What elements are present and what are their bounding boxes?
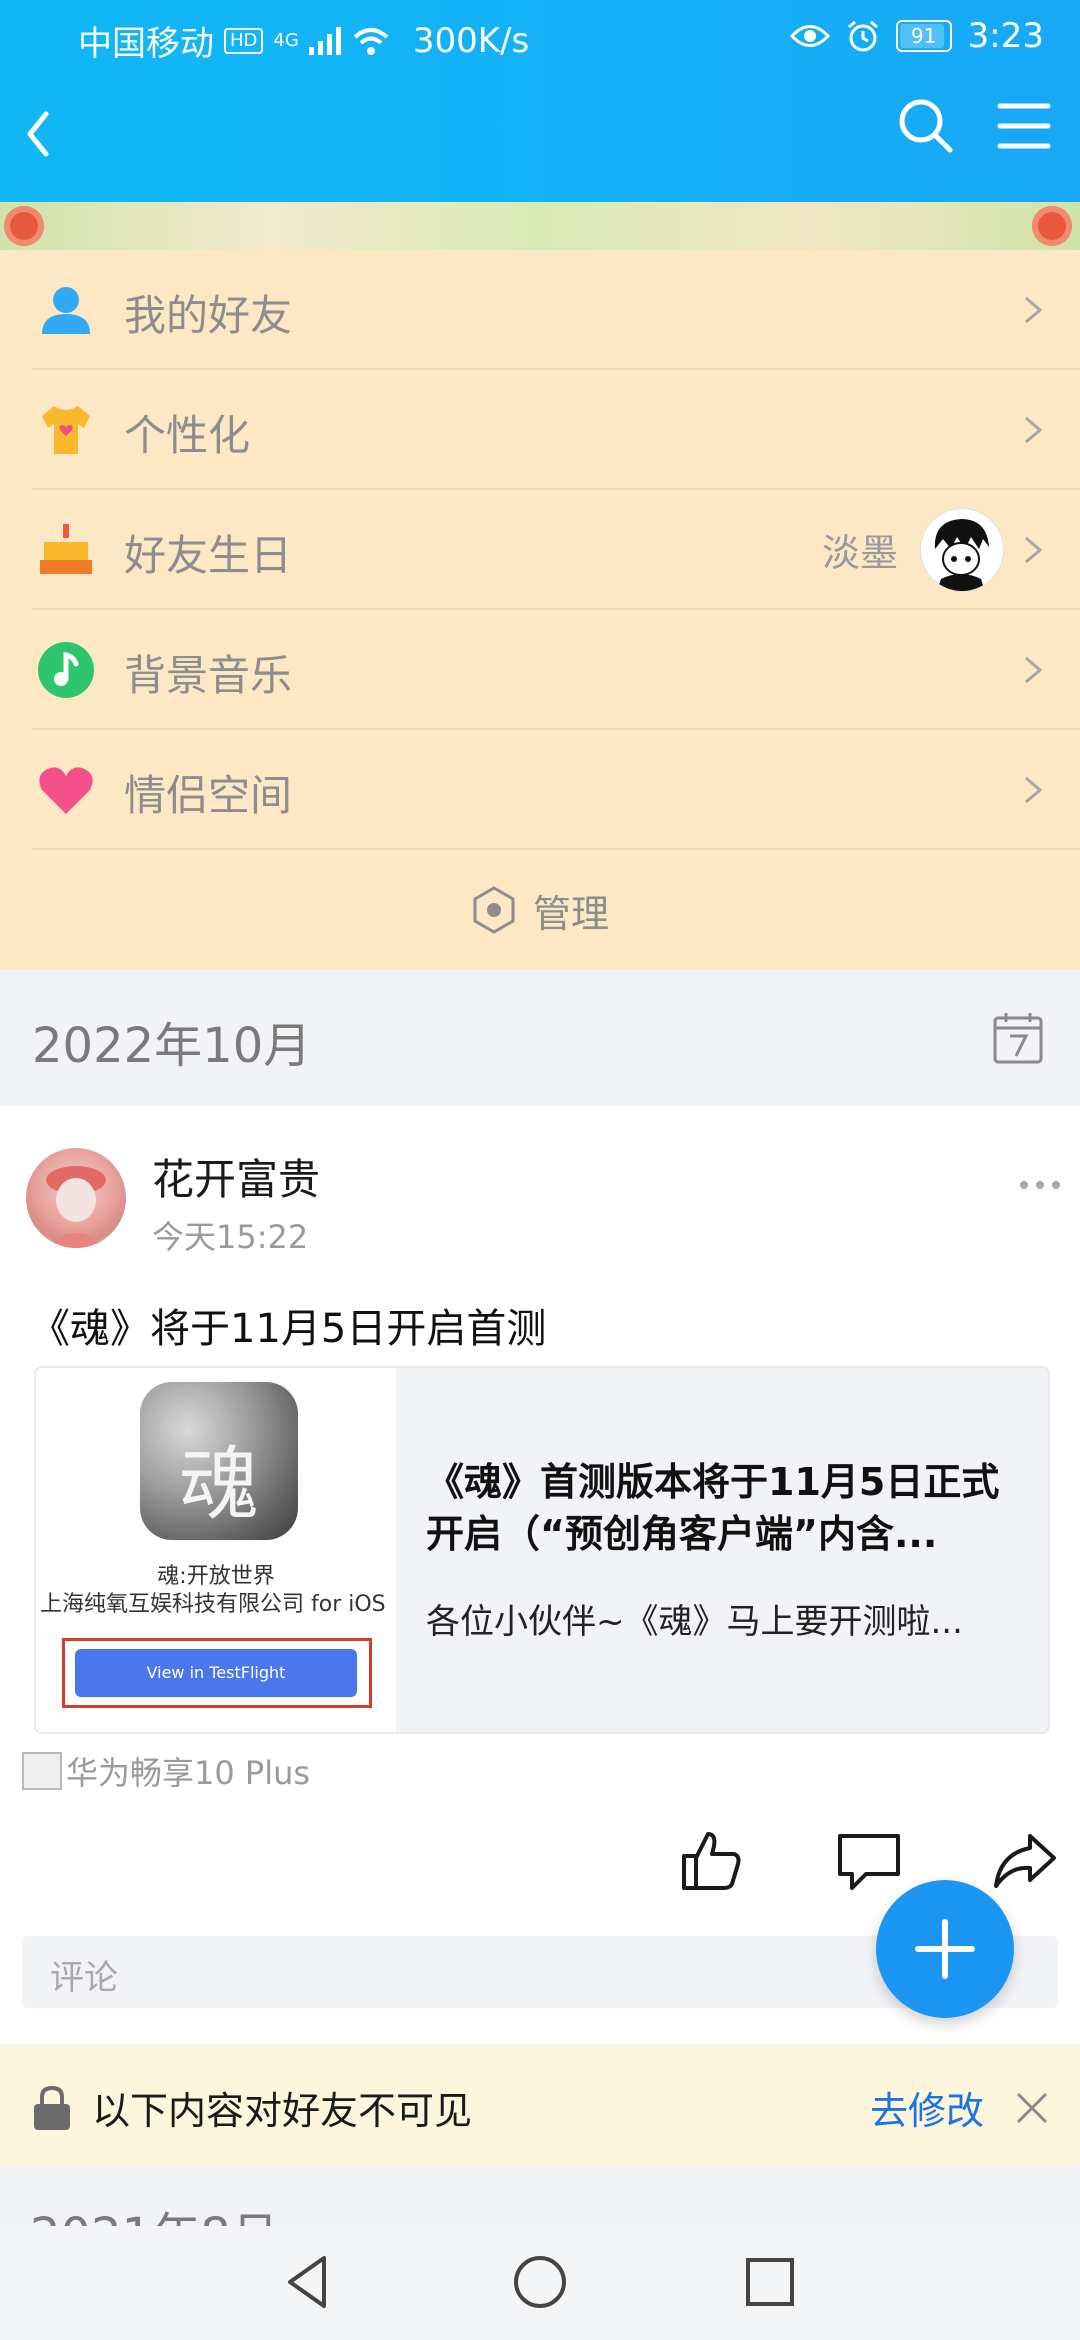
status-bar: 中国移动 HD 4G 300K/s 91 3:23 bbox=[0, 0, 1080, 74]
carrier-label: 中国移动 bbox=[78, 24, 214, 64]
author-avatar[interactable] bbox=[26, 1148, 126, 1248]
back-triangle-icon[interactable] bbox=[276, 2250, 340, 2314]
menu-item-label: 我的好友 bbox=[124, 291, 293, 340]
device-label: 华为畅享10 Plus bbox=[66, 1754, 311, 1792]
decorative-banner bbox=[0, 202, 1080, 250]
menu-item-friends[interactable]: 我的好友 bbox=[0, 250, 1080, 370]
compose-fab[interactable] bbox=[876, 1880, 1014, 2018]
top-bar: 中国移动 HD 4G 300K/s 91 3:23 bbox=[0, 0, 1080, 202]
author-name[interactable]: 花开富贵 bbox=[152, 1146, 320, 1207]
friends-icon bbox=[42, 287, 90, 334]
menu-item-label: 好友生日 bbox=[124, 531, 293, 580]
comment-placeholder: 评论 bbox=[50, 1958, 118, 1998]
menu-item-birthday[interactable]: 好友生日 淡墨 bbox=[0, 490, 1080, 610]
post-text: 《魂》将于11月5日开启首测 bbox=[30, 1306, 547, 1352]
next-month-title: 2021年8月 bbox=[30, 2196, 279, 2226]
calendar-icon[interactable] bbox=[992, 1010, 1044, 1066]
search-icon[interactable] bbox=[894, 94, 958, 158]
network-speed: 300K/s bbox=[412, 20, 530, 61]
title-bar bbox=[0, 74, 1080, 202]
manage-label: 管理 bbox=[532, 891, 609, 936]
device-image-icon bbox=[22, 1752, 62, 1790]
battery-level: 91 bbox=[910, 24, 937, 48]
menu-item-label: 背景音乐 bbox=[124, 651, 293, 700]
testflight-highlight: View in TestFlight bbox=[62, 1638, 372, 1708]
flower-decoration bbox=[1032, 206, 1072, 246]
chevron-right-icon bbox=[1025, 296, 1043, 324]
thumb-app-developer: 上海纯氧互娱科技有限公司 for iOS bbox=[40, 1592, 386, 1617]
status-right: 91 3:23 bbox=[789, 16, 1044, 56]
close-icon[interactable] bbox=[1014, 2090, 1050, 2126]
birthday-cake-icon bbox=[40, 524, 92, 574]
eye-icon bbox=[789, 25, 830, 47]
menu-item-personalize[interactable]: 个性化 bbox=[0, 370, 1080, 490]
link-title: 《魂》首测版本将于11月5日正式开启（“预创角客户端”内含... bbox=[426, 1460, 1000, 1556]
manage-button[interactable]: 管理 bbox=[0, 850, 1080, 970]
birthday-friend-name: 淡墨 bbox=[821, 531, 898, 575]
month-title: 2022年10月 bbox=[32, 1018, 312, 1074]
wifi-icon bbox=[353, 27, 389, 55]
link-preview-card[interactable]: 魂 魂:开放世界 上海纯氧互娱科技有限公司 for iOS View in Te… bbox=[34, 1366, 1050, 1734]
privacy-notice-text: 以下内容对好友不可见 bbox=[92, 2089, 473, 2133]
chevron-right-icon bbox=[1025, 656, 1043, 684]
next-month-header: 2021年8月 bbox=[0, 2166, 1080, 2226]
recents-square-icon[interactable] bbox=[738, 2250, 802, 2314]
flower-decoration bbox=[4, 206, 44, 246]
month-header: 2022年10月 bbox=[0, 970, 1080, 1106]
chevron-right-icon bbox=[1025, 416, 1043, 444]
testflight-button: View in TestFlight bbox=[75, 1649, 357, 1697]
app-logo: 魂 bbox=[140, 1382, 298, 1540]
lock-icon bbox=[34, 2085, 70, 2130]
more-options-icon[interactable] bbox=[1018, 1176, 1062, 1194]
post-time: 今天15:22 bbox=[152, 1218, 309, 1256]
menu-item-label: 个性化 bbox=[124, 411, 251, 460]
home-circle-icon[interactable] bbox=[508, 2250, 572, 2314]
modify-visibility-link[interactable]: 去修改 bbox=[870, 2080, 984, 2135]
space-menu: 我的好友 个性化 好友生日 淡墨 背景音乐 情侣空间 管理 bbox=[0, 250, 1080, 970]
music-note-icon bbox=[38, 642, 94, 698]
app-logo-char: 魂 bbox=[179, 1438, 259, 1531]
chevron-left-icon[interactable] bbox=[18, 104, 58, 164]
signal-icon bbox=[308, 26, 341, 55]
plus-icon bbox=[915, 1919, 975, 1979]
alarm-icon bbox=[847, 20, 878, 52]
chevron-right-icon bbox=[1025, 536, 1043, 564]
chevron-right-icon bbox=[1025, 776, 1043, 804]
menu-item-couple-space[interactable]: 情侣空间 bbox=[0, 730, 1080, 850]
menu-item-label: 情侣空间 bbox=[124, 771, 293, 820]
clock: 3:23 bbox=[967, 16, 1044, 56]
system-navigation-bar bbox=[0, 2226, 1080, 2340]
device-tag: 华为畅享10 Plus bbox=[22, 1748, 310, 1794]
status-left: 中国移动 HD 4G 300K/s bbox=[78, 16, 529, 65]
tshirt-icon bbox=[42, 406, 90, 454]
privacy-notice: 以下内容对好友不可见 去修改 bbox=[0, 2046, 1080, 2166]
hexagon-settings-icon bbox=[473, 886, 515, 934]
hamburger-menu-icon[interactable] bbox=[994, 94, 1054, 158]
like-icon[interactable] bbox=[676, 1826, 746, 1896]
menu-item-music[interactable]: 背景音乐 bbox=[0, 610, 1080, 730]
friend-avatar bbox=[920, 508, 1004, 592]
link-thumbnail: 魂 魂:开放世界 上海纯氧互娱科技有限公司 for iOS View in Te… bbox=[36, 1368, 396, 1732]
link-description: 各位小伙伴~《魂》马上要开测啦... bbox=[426, 1602, 963, 1642]
network-label: 4G bbox=[273, 30, 299, 51]
battery-indicator: 91 bbox=[895, 20, 952, 52]
heart-icon bbox=[39, 767, 93, 814]
hd-badge: HD bbox=[224, 27, 264, 54]
